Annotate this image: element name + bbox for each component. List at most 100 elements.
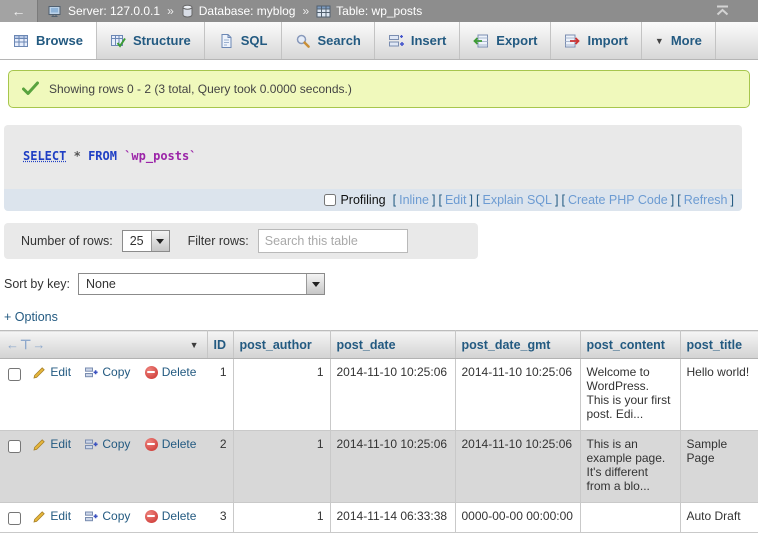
inline-link[interactable]: Inline: [399, 193, 429, 207]
tab-more-label: More: [671, 33, 702, 48]
filter-rows-input[interactable]: [258, 229, 408, 253]
delete-icon: [145, 366, 158, 379]
cell-post-date[interactable]: 2014-11-14 06:33:38: [330, 503, 455, 533]
cell-post-date-gmt[interactable]: 0000-00-00 00:00:00: [455, 503, 580, 533]
chevron-down-icon: ▼: [655, 36, 664, 46]
cell-post-content[interactable]: This is an example page. It's different …: [580, 431, 680, 503]
cell-post-date-gmt[interactable]: 2014-11-10 10:25:06: [455, 359, 580, 431]
breadcrumb-separator: »: [167, 4, 174, 18]
query-toolbar: Profiling [ Inline ] [ Edit ] [ Explain …: [4, 189, 742, 211]
copy-row-link[interactable]: Copy: [85, 437, 130, 451]
cell-post-author[interactable]: 1: [233, 503, 330, 533]
cell-id[interactable]: 3: [207, 503, 233, 533]
cell-post-title[interactable]: Sample Page: [680, 431, 758, 503]
copy-label: Copy: [102, 509, 130, 523]
row-checkbox[interactable]: [8, 512, 21, 525]
row-checkbox[interactable]: [8, 368, 21, 381]
copy-label: Copy: [102, 365, 130, 379]
bracket: [: [476, 193, 479, 207]
tab-import[interactable]: Import: [551, 22, 641, 59]
breadcrumb-table-label: Table: wp_posts: [336, 4, 422, 18]
column-header-id[interactable]: ID: [207, 331, 233, 359]
tab-more[interactable]: ▼ More: [642, 22, 716, 59]
breadcrumb-server[interactable]: Server: 127.0.0.1: [48, 4, 160, 18]
edit-query-link[interactable]: Edit: [445, 193, 467, 207]
delete-icon: [145, 438, 158, 451]
pencil-icon: [33, 366, 46, 379]
column-header-post-date-gmt[interactable]: post_date_gmt: [455, 331, 580, 359]
copy-row-link[interactable]: Copy: [85, 509, 130, 523]
column-header-post-date[interactable]: post_date: [330, 331, 455, 359]
copy-row-link[interactable]: Copy: [85, 365, 130, 379]
results-table: ←⊤→ ▼ ID post_author post_date post_date…: [0, 330, 758, 533]
table-row: Edit Copy Delete 2 1 2014-11-10 10:25:06…: [0, 431, 758, 503]
cell-post-date-gmt[interactable]: 2014-11-10 10:25:06: [455, 431, 580, 503]
collapse-panel-icon[interactable]: [715, 5, 730, 16]
cell-id[interactable]: 2: [207, 431, 233, 503]
cell-post-date[interactable]: 2014-11-10 10:25:06: [330, 431, 455, 503]
copy-label: Copy: [102, 437, 130, 451]
profiling-checkbox[interactable]: [324, 194, 336, 206]
bracket: ]: [470, 193, 473, 207]
sql-query: SELECT * FROM `wp_posts`: [4, 125, 742, 189]
tab-import-label: Import: [587, 33, 627, 48]
options-toggle[interactable]: + Options: [4, 310, 58, 324]
profiling-checkbox-label[interactable]: Profiling: [324, 193, 385, 207]
delete-row-link[interactable]: Delete: [145, 509, 197, 523]
breadcrumb-bar: ← Server: 127.0.0.1 » Database: myblog »…: [0, 0, 758, 22]
column-nav-arrows-icon[interactable]: ←⊤→: [6, 337, 46, 353]
cell-post-author[interactable]: 1: [233, 431, 330, 503]
tab-structure[interactable]: Structure: [97, 22, 205, 59]
row-actions-cell: Edit Copy Delete: [0, 503, 207, 533]
bracket: [: [677, 193, 680, 207]
cell-post-date[interactable]: 2014-11-10 10:25:06: [330, 359, 455, 431]
cell-post-title[interactable]: Hello world!: [680, 359, 758, 431]
tab-browse-label: Browse: [36, 33, 83, 48]
column-header-post-content[interactable]: post_content: [580, 331, 680, 359]
header-actions-cell: ←⊤→ ▼: [0, 331, 207, 359]
import-icon: [564, 33, 580, 49]
export-icon: [473, 33, 489, 49]
create-php-code-link[interactable]: Create PHP Code: [568, 193, 668, 207]
cell-id[interactable]: 1: [207, 359, 233, 431]
breadcrumb-database[interactable]: Database: myblog: [181, 4, 296, 18]
breadcrumb-table[interactable]: Table: wp_posts: [316, 4, 422, 18]
cell-post-title[interactable]: Auto Draft: [680, 503, 758, 533]
pencil-icon: [33, 510, 46, 523]
status-message-text: Showing rows 0 - 2 (3 total, Query took …: [49, 82, 352, 96]
tab-insert[interactable]: Insert: [375, 22, 460, 59]
tab-sql[interactable]: SQL: [205, 22, 282, 59]
edit-row-link[interactable]: Edit: [33, 509, 71, 523]
bracket: ]: [432, 193, 435, 207]
breadcrumb: Server: 127.0.0.1 » Database: myblog » T…: [48, 4, 422, 18]
column-header-post-title[interactable]: post_title: [680, 331, 758, 359]
sort-by-key-label: Sort by key:: [4, 277, 70, 291]
pencil-icon: [33, 438, 46, 451]
tab-search[interactable]: Search: [282, 22, 375, 59]
cell-post-author[interactable]: 1: [233, 359, 330, 431]
sort-by-key-select[interactable]: None: [78, 273, 325, 295]
edit-row-link[interactable]: Edit: [33, 437, 71, 451]
sql-keyword-select: SELECT: [23, 149, 66, 163]
tab-browse[interactable]: Browse: [0, 22, 97, 59]
delete-row-link[interactable]: Delete: [145, 365, 197, 379]
insert-icon: [388, 33, 404, 49]
explain-sql-link[interactable]: Explain SQL: [482, 193, 551, 207]
refresh-link[interactable]: Refresh: [684, 193, 728, 207]
tab-export[interactable]: Export: [460, 22, 551, 59]
sql-keyword-from: FROM: [88, 149, 117, 163]
bracket: [: [393, 193, 396, 207]
edit-label: Edit: [50, 437, 71, 451]
number-of-rows-select[interactable]: 25: [122, 230, 170, 252]
edit-row-link[interactable]: Edit: [33, 365, 71, 379]
cell-post-content[interactable]: [580, 503, 680, 533]
table-header-row: ←⊤→ ▼ ID post_author post_date post_date…: [0, 331, 758, 359]
column-header-post-author[interactable]: post_author: [233, 331, 330, 359]
delete-row-link[interactable]: Delete: [145, 437, 197, 451]
rows-filter-bar: Number of rows: 25 Filter rows:: [4, 223, 478, 259]
cell-post-content[interactable]: Welcome to WordPress. This is your first…: [580, 359, 680, 431]
row-checkbox[interactable]: [8, 440, 21, 453]
sql-table-name: `wp_posts`: [124, 149, 196, 163]
back-button[interactable]: ←: [0, 0, 38, 22]
header-dropdown-icon[interactable]: ▼: [190, 340, 201, 350]
